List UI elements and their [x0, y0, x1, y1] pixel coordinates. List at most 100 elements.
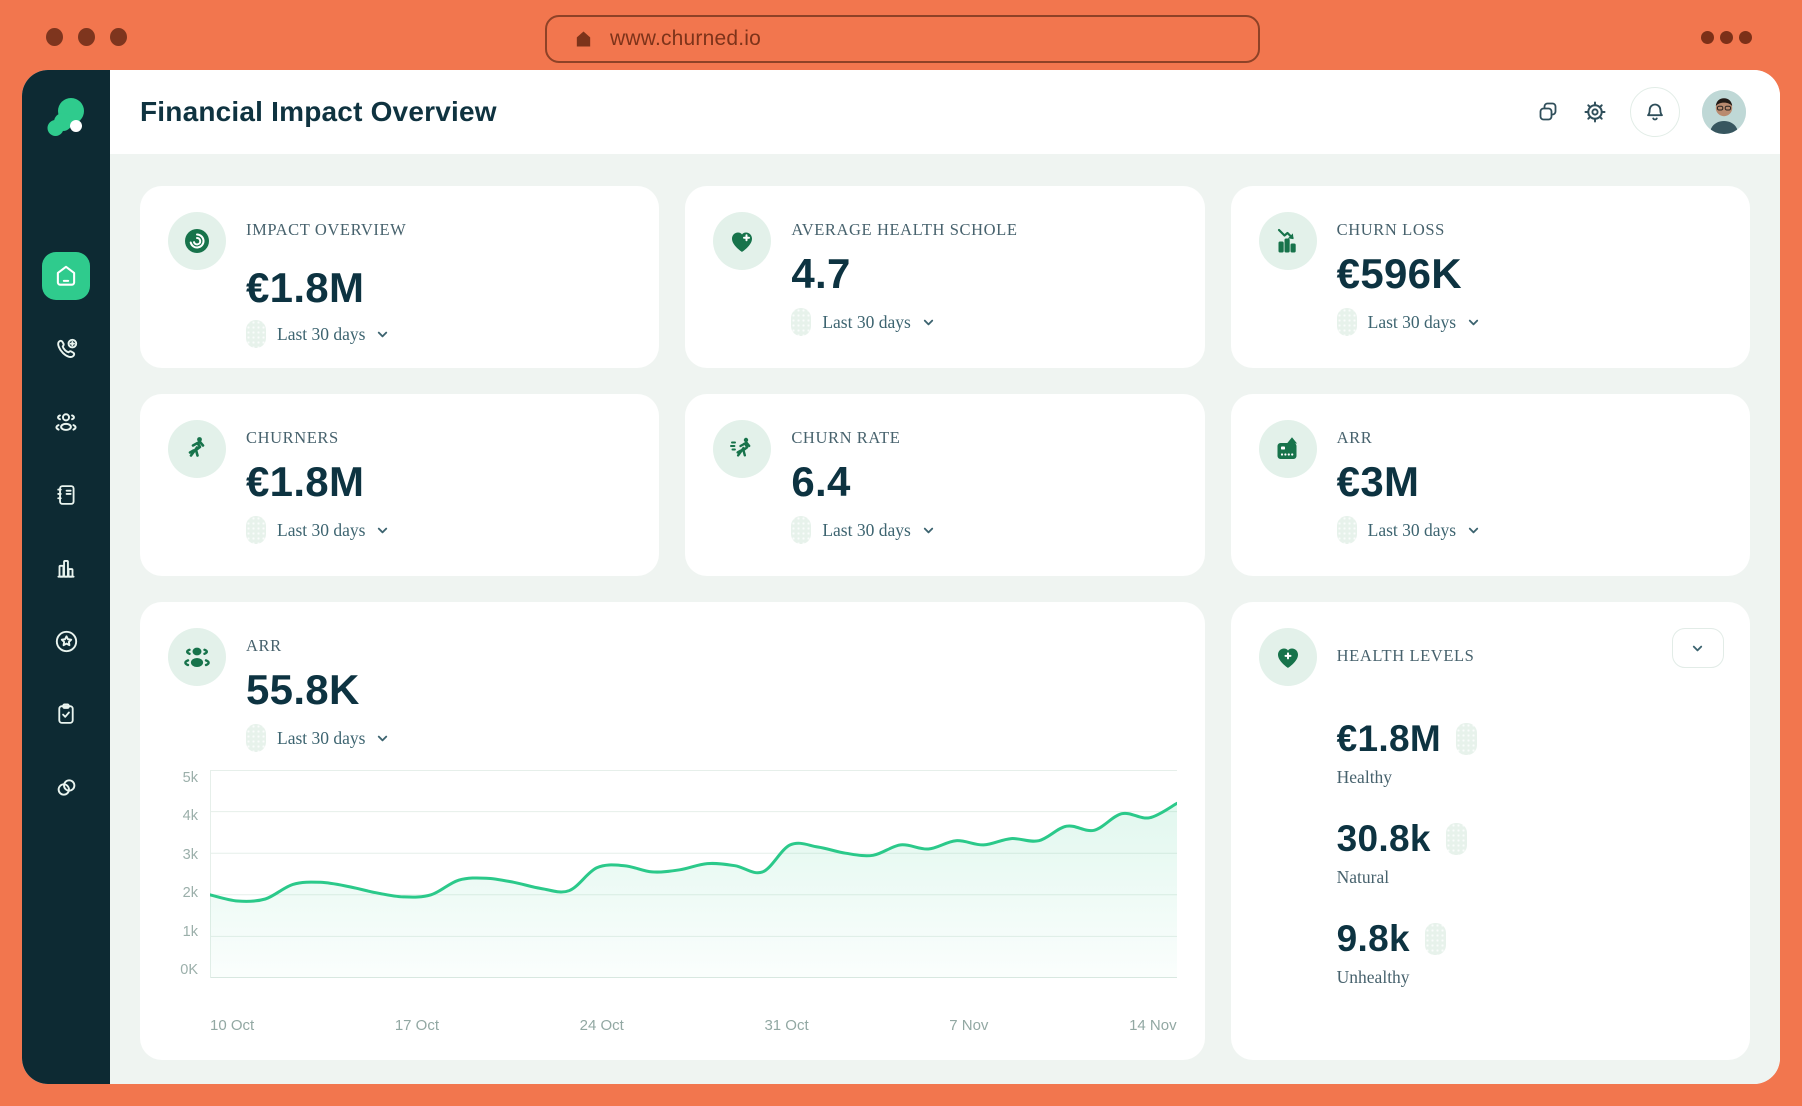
- chevron-down-icon: [378, 331, 388, 337]
- range-pill-icon: [1336, 516, 1357, 544]
- y-tick-label: 1k: [182, 923, 198, 940]
- x-tick-label: 14 Nov: [1129, 1017, 1177, 1034]
- card-label: HEALTH LEVELS: [1336, 646, 1475, 665]
- traffic-lights: [46, 28, 127, 46]
- heart-plus-icon: [713, 212, 772, 270]
- card-value: €1.8M: [246, 264, 365, 311]
- stat-label: Natural: [1336, 867, 1390, 887]
- sidebar: [22, 70, 110, 1084]
- date-range-selector[interactable]: Last 30 days: [1336, 308, 1722, 336]
- y-axis-labels: 5k 4k 3k 2k 1k 0K: [168, 770, 210, 978]
- stat-label: Unhealthy: [1336, 967, 1410, 987]
- date-range-selector[interactable]: Last 30 days: [1336, 516, 1722, 544]
- health-stats: €1.8M Healthy 30.8k Natural 9.8k Unhealt…: [1337, 718, 1722, 988]
- browser-topbar: www.churned.io: [0, 0, 1802, 70]
- user-avatar[interactable]: [1702, 90, 1746, 134]
- url-text: www.churned.io: [610, 27, 762, 50]
- sidebar-item-tasks[interactable]: [42, 690, 90, 738]
- x-tick-label: 10 Oct: [210, 1017, 255, 1034]
- page-title: Financial Impact Overview: [140, 96, 497, 127]
- stat-value: 9.8k: [1336, 918, 1410, 959]
- sidebar-item-home[interactable]: [42, 252, 90, 300]
- range-pill-icon: [1336, 308, 1357, 336]
- y-tick-label: 2k: [182, 885, 198, 902]
- y-tick-label: 0K: [180, 961, 198, 978]
- notebook-icon: [57, 485, 75, 505]
- runner-speed-icon: [713, 420, 772, 478]
- sidebar-item-analytics[interactable]: [42, 544, 90, 592]
- sidebar-item-customers[interactable]: [42, 398, 90, 446]
- x-axis-labels: 10 Oct 17 Oct 24 Oct 31 Oct 7 Nov 14 Nov: [210, 1017, 1177, 1034]
- card-value: 55.8K: [246, 666, 360, 713]
- traffic-light-dot[interactable]: [46, 28, 63, 46]
- range-pill-icon: [791, 516, 812, 544]
- card-churners: CHURNERS €1.8M Last 30 days: [140, 394, 660, 576]
- health-stat-healthy: €1.8M Healthy: [1337, 718, 1722, 788]
- phone-add-icon: [56, 338, 77, 358]
- x-tick-label: 7 Nov: [949, 1017, 989, 1034]
- card-value: 4.7: [791, 250, 851, 297]
- card-arr: ARR €3M Last 30 days: [1230, 394, 1750, 576]
- bar-chart-icon: [57, 560, 75, 578]
- card-arr-chart: ARR 55.8K Last 30 days 5k 4k 3k 2k 1k 0K: [140, 602, 1205, 1060]
- card-label: CHURNERS: [246, 428, 339, 447]
- traffic-light-dot[interactable]: [78, 28, 95, 46]
- arr-area-fill: [210, 803, 1177, 978]
- customers-group-icon: [55, 413, 77, 431]
- y-tick-label: 3k: [182, 846, 198, 863]
- people-group-icon: [168, 628, 226, 686]
- chevron-down-icon: [1693, 645, 1703, 651]
- chevron-down-icon: [1468, 319, 1479, 325]
- settings-gear-icon[interactable]: [1582, 99, 1608, 125]
- card-label: ARR: [246, 636, 282, 655]
- sidebar-item-success[interactable]: [42, 617, 90, 665]
- card-value: €3M: [1336, 458, 1420, 505]
- x-tick-label: 24 Oct: [579, 1017, 624, 1034]
- browser-menu-icon[interactable]: [1701, 31, 1752, 44]
- traffic-light-dot[interactable]: [110, 28, 127, 46]
- health-stat-unhealthy: 9.8k Unhealthy: [1337, 918, 1722, 988]
- x-tick-label: 17 Oct: [394, 1017, 439, 1034]
- swirl-target-icon: [168, 212, 226, 270]
- card-average-health-schole: AVERAGE HEALTH SCHOLE 4.7 Last 30 days: [685, 186, 1205, 368]
- runner-icon: [168, 420, 226, 478]
- card-label: CHURN RATE: [791, 428, 901, 447]
- collapse-button[interactable]: [1671, 628, 1724, 668]
- notification-bell-icon[interactable]: [1630, 87, 1680, 137]
- chevron-down-icon: [378, 527, 388, 533]
- date-range-selector[interactable]: Last 30 days: [791, 516, 1176, 544]
- date-range-selector[interactable]: Last 30 days: [246, 516, 631, 544]
- range-pill-icon: [246, 320, 266, 348]
- date-range-selector[interactable]: Last 30 days: [246, 320, 631, 348]
- churned-logo[interactable]: [43, 96, 89, 144]
- sidebar-item-integrations[interactable]: [42, 763, 90, 811]
- dashboard-content: IMPACT OVERVIEW €1.8M Last 30 days AVERA…: [110, 154, 1780, 1084]
- chevron-down-icon: [378, 735, 388, 741]
- integrations-rings-icon: [57, 778, 75, 796]
- y-tick-label: 4k: [182, 808, 198, 825]
- sidebar-item-calls[interactable]: [42, 325, 90, 373]
- stat-value: €1.8M: [1336, 718, 1441, 759]
- card-churn-rate: CHURN RATE 6.4 Last 30 days: [685, 394, 1205, 576]
- date-range-selector[interactable]: Last 30 days: [791, 308, 1176, 336]
- stat-pill-icon: [1445, 823, 1467, 855]
- stat-pill-icon: [1456, 723, 1477, 755]
- sidebar-item-notes[interactable]: [42, 471, 90, 519]
- range-pill-icon: [791, 308, 812, 336]
- stat-pill-icon: [1424, 923, 1446, 955]
- card-value: 6.4: [791, 458, 851, 505]
- url-bar[interactable]: www.churned.io: [545, 15, 1260, 63]
- y-tick-label: 5k: [182, 770, 198, 786]
- card-label: IMPACT OVERVIEW: [246, 220, 407, 239]
- date-range-selector[interactable]: Last 30 days: [246, 724, 1177, 752]
- chevron-down-icon: [923, 527, 933, 533]
- copy-icon[interactable]: [1536, 100, 1560, 124]
- card-label: AVERAGE HEALTH SCHOLE: [791, 220, 1018, 239]
- stat-label: Healthy: [1336, 767, 1393, 787]
- x-tick-label: 31 Oct: [764, 1017, 809, 1034]
- arr-chart-svg: [210, 770, 1177, 978]
- declining-bars-icon: [1258, 212, 1317, 270]
- card-label: ARR: [1336, 428, 1373, 447]
- range-pill-icon: [246, 516, 266, 544]
- star-badge-icon: [55, 630, 77, 652]
